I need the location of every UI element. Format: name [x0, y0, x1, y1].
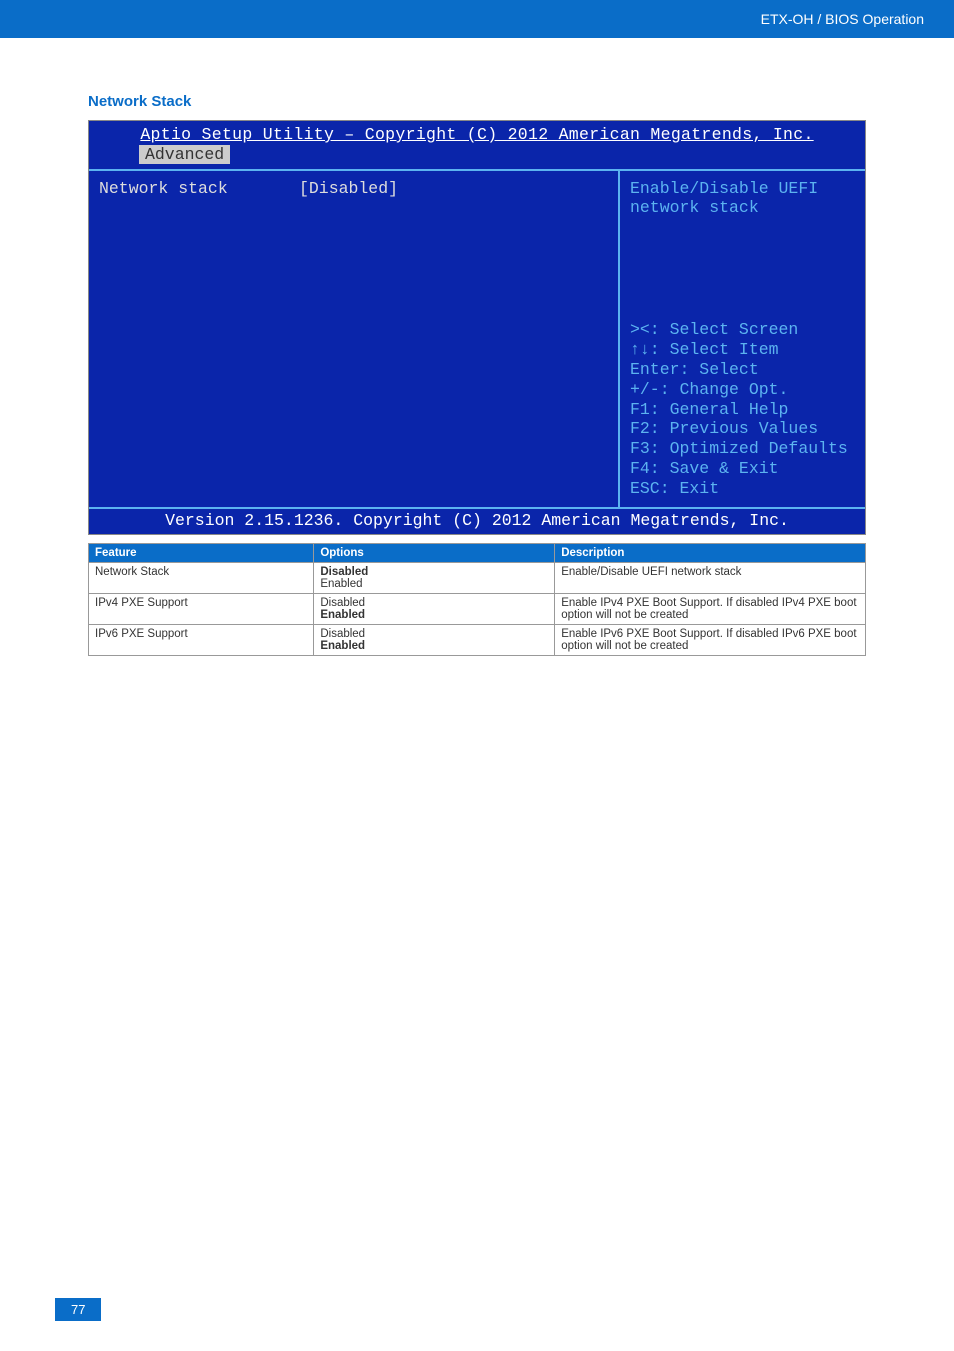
- breadcrumb: ETX-OH / BIOS Operation: [761, 11, 924, 27]
- content-area: Network Stack Aptio Setup Utility – Copy…: [0, 38, 954, 656]
- cell-options: DisabledEnabled: [314, 594, 555, 625]
- table-row: Network StackDisabledEnabledEnable/Disab…: [89, 563, 866, 594]
- key-hint: F4: Save & Exit: [630, 459, 855, 479]
- cell-description: Enable/Disable UEFI network stack: [555, 563, 866, 594]
- bios-version-footer: Version 2.15.1236. Copyright (C) 2012 Am…: [89, 509, 865, 535]
- option-value: Disabled: [320, 566, 548, 578]
- cell-description: Enable IPv4 PXE Boot Support. If disable…: [555, 594, 866, 625]
- key-hint: ↑↓: Select Item: [630, 340, 855, 360]
- cell-feature: Network Stack: [89, 563, 314, 594]
- key-hint: ><: Select Screen: [630, 320, 855, 340]
- cell-feature: IPv4 PXE Support: [89, 594, 314, 625]
- table-row: IPv6 PXE SupportDisabledEnabledEnable IP…: [89, 625, 866, 656]
- option-value: Enabled: [320, 578, 548, 590]
- option-value: Disabled: [320, 628, 548, 640]
- key-hint: F1: General Help: [630, 400, 855, 420]
- th-feature: Feature: [89, 544, 314, 563]
- cell-options: DisabledEnabled: [314, 625, 555, 656]
- key-hint: F3: Optimized Defaults: [630, 439, 855, 459]
- table-header-row: Feature Options Description: [89, 544, 866, 563]
- key-hint: +/-: Change Opt.: [630, 380, 855, 400]
- th-description: Description: [555, 544, 866, 563]
- key-hint: Enter: Select: [630, 360, 855, 380]
- page-header: ETX-OH / BIOS Operation: [0, 0, 954, 38]
- option-value: Enabled: [320, 609, 548, 621]
- table-row: IPv4 PXE SupportDisabledEnabledEnable IP…: [89, 594, 866, 625]
- bios-screenshot: Aptio Setup Utility – Copyright (C) 2012…: [88, 120, 866, 535]
- option-value: Enabled: [320, 640, 548, 652]
- option-value: Disabled: [320, 597, 548, 609]
- feature-table: Feature Options Description Network Stac…: [88, 543, 866, 656]
- bios-help-panel: Enable/Disable UEFI network stack ><: Se…: [620, 171, 865, 507]
- setting-label: Network stack: [99, 179, 299, 199]
- cell-feature: IPv6 PXE Support: [89, 625, 314, 656]
- key-hint: F2: Previous Values: [630, 419, 855, 439]
- bios-body: Network stack [Disabled] Enable/Disable …: [89, 169, 865, 509]
- bios-help-text: Enable/Disable UEFI network stack: [630, 179, 855, 219]
- bios-title: Aptio Setup Utility – Copyright (C) 2012…: [89, 121, 865, 145]
- cell-options: DisabledEnabled: [314, 563, 555, 594]
- bios-main-panel: Network stack [Disabled]: [89, 171, 620, 507]
- bios-tab-row: Advanced: [89, 145, 865, 165]
- help-line: network stack: [630, 198, 855, 218]
- help-line: Enable/Disable UEFI: [630, 179, 855, 199]
- bios-key-legend: ><: Select Screen ↑↓: Select Item Enter:…: [630, 320, 855, 498]
- page-number: 77: [55, 1298, 101, 1321]
- setting-value: [Disabled]: [299, 179, 398, 199]
- tab-advanced: Advanced: [139, 145, 230, 164]
- th-options: Options: [314, 544, 555, 563]
- bios-setting-row: Network stack [Disabled]: [99, 179, 608, 199]
- section-title: Network Stack: [88, 93, 866, 110]
- cell-description: Enable IPv6 PXE Boot Support. If disable…: [555, 625, 866, 656]
- key-hint: ESC: Exit: [630, 479, 855, 499]
